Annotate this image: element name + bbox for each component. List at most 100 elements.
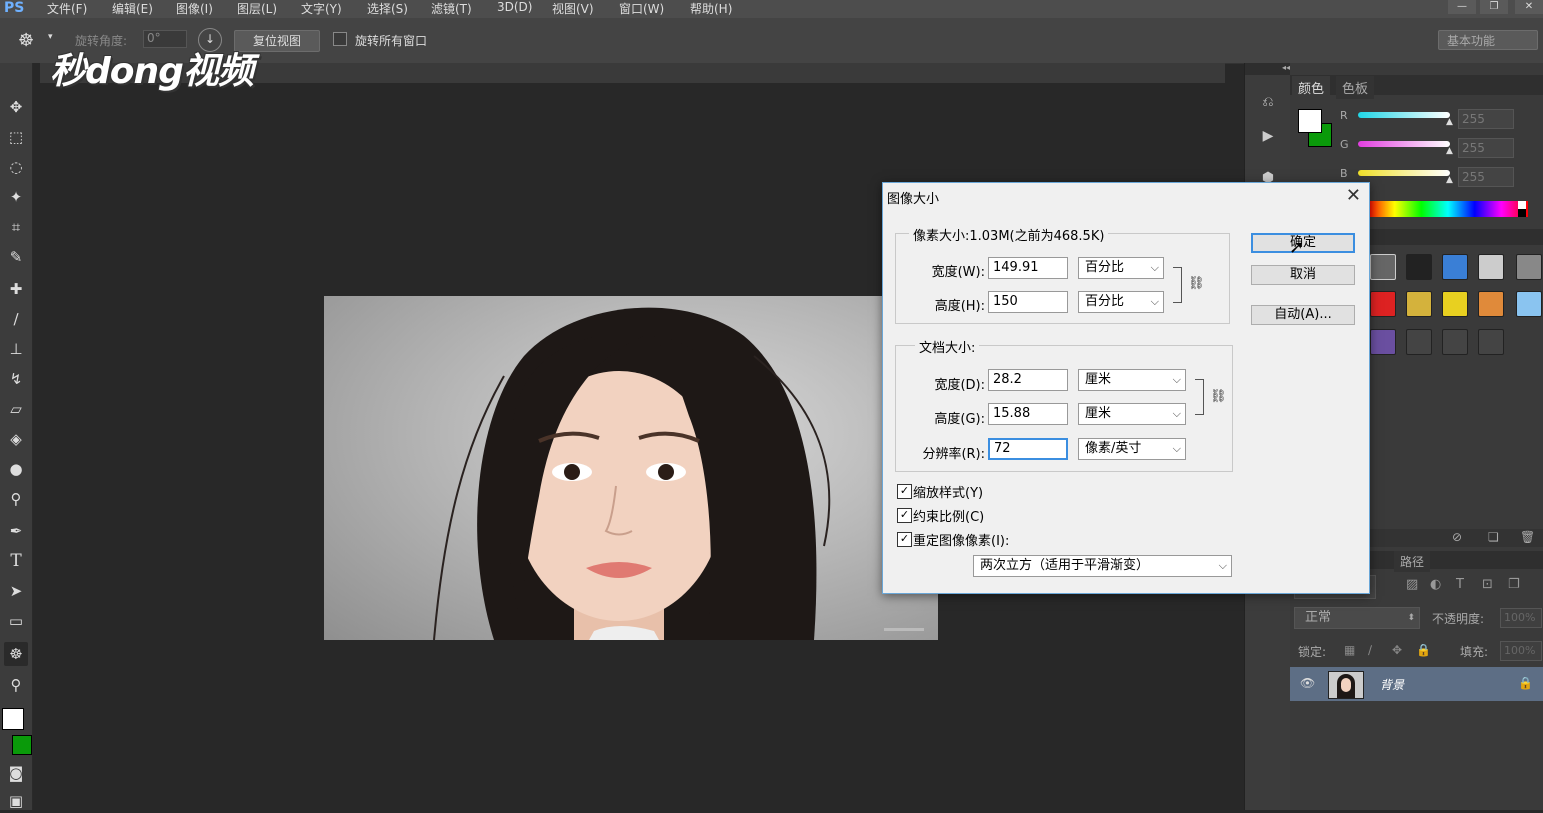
menu-help[interactable]: 帮助(H) (690, 0, 732, 17)
pen-tool-icon[interactable]: ✒ (4, 519, 28, 543)
style-swatch[interactable] (1370, 329, 1396, 355)
g-slider-thumb-icon[interactable]: ▲ (1446, 146, 1453, 156)
style-swatch[interactable] (1478, 291, 1504, 317)
menu-image[interactable]: 图像(I) (176, 0, 213, 17)
layer-name[interactable]: 背景 (1380, 676, 1404, 693)
collapse-dock-icon[interactable]: ◂◂ (1245, 63, 1290, 75)
style-swatch[interactable] (1370, 291, 1396, 317)
workspace-switcher[interactable]: 基本功能 (1438, 30, 1538, 50)
healing-brush-tool-icon[interactable]: ✚ (4, 277, 28, 301)
crop-tool-icon[interactable]: ⌗ (4, 215, 28, 239)
b-value[interactable]: 255 (1458, 167, 1514, 187)
opacity-input[interactable]: 100% (1500, 608, 1542, 628)
brush-tool-icon[interactable]: ∕ (4, 307, 28, 331)
layer-row-background[interactable]: 👁 背景 🔒 (1290, 667, 1543, 701)
blur-tool-icon[interactable]: ● (4, 457, 28, 481)
blend-mode-select[interactable]: 正常 ⬍ (1294, 607, 1420, 629)
tool-preset-chevron-icon[interactable]: ▾ (48, 32, 53, 42)
dodge-tool-icon[interactable]: ⚲ (4, 487, 28, 511)
cancel-button[interactable]: 取消 (1251, 265, 1355, 285)
lock-position-icon[interactable]: ✥ (1392, 643, 1402, 657)
auto-button[interactable]: 自动(A)... (1251, 305, 1355, 325)
style-swatch[interactable] (1478, 329, 1504, 355)
history-panel-icon[interactable]: ⎌ (1257, 91, 1279, 113)
filter-type-icon[interactable]: T (1456, 577, 1464, 592)
b-slider-thumb-icon[interactable]: ▲ (1446, 175, 1453, 185)
eraser-tool-icon[interactable]: ▱ (4, 397, 28, 421)
resample-method-select[interactable]: 两次立方（适用于平滑渐变） ⌵ (973, 555, 1232, 577)
layer-visibility-eye-icon[interactable]: 👁 (1300, 676, 1315, 690)
path-selection-tool-icon[interactable]: ➤ (4, 579, 28, 603)
filter-image-icon[interactable]: ▨ (1406, 577, 1418, 592)
doc-width-input[interactable]: 28.2 (988, 369, 1068, 391)
menu-edit[interactable]: 编辑(E) (112, 0, 153, 17)
clear-style-icon[interactable]: ⊘ (1452, 530, 1462, 544)
new-style-icon[interactable]: ❏ (1488, 530, 1499, 544)
menu-file[interactable]: 文件(F) (47, 0, 87, 17)
rotate-view-tool-icon[interactable]: ☸ (18, 30, 34, 51)
menu-window[interactable]: 窗口(W) (619, 0, 664, 17)
style-swatch[interactable] (1442, 329, 1468, 355)
px-width-unit-select[interactable]: 百分比 ⌵ (1078, 257, 1164, 279)
eyedropper-tool-icon[interactable]: ✎ (4, 245, 28, 269)
minimize-icon[interactable]: — (1448, 0, 1476, 14)
style-swatch[interactable] (1516, 291, 1542, 317)
paint-bucket-tool-icon[interactable]: ◈ (4, 427, 28, 451)
clone-stamp-tool-icon[interactable]: ⊥ (4, 337, 28, 361)
style-swatch[interactable] (1442, 291, 1468, 317)
spectrum-black-chip[interactable] (1518, 209, 1526, 217)
maximize-icon[interactable]: ❐ (1480, 0, 1508, 14)
menu-3d[interactable]: 3D(D) (497, 0, 532, 14)
actions-panel-icon[interactable]: ▶ (1257, 125, 1279, 147)
style-swatch[interactable] (1370, 254, 1396, 280)
menu-type[interactable]: 文字(Y) (301, 0, 342, 17)
history-brush-tool-icon[interactable]: ↯ (4, 367, 28, 391)
color-fg-swatch[interactable] (1298, 109, 1322, 133)
lock-paint-icon[interactable]: ∕ (1368, 643, 1372, 657)
g-slider[interactable] (1358, 141, 1450, 147)
lock-transparent-icon[interactable]: ▦ (1344, 643, 1355, 657)
tab-color[interactable]: 颜色 (1292, 76, 1331, 99)
lock-all-icon[interactable]: 🔒 (1416, 643, 1431, 657)
close-window-icon[interactable]: ✕ (1515, 0, 1543, 14)
tab-paths[interactable]: 路径 (1394, 551, 1431, 572)
style-swatch[interactable] (1406, 329, 1432, 355)
foreground-color-swatch[interactable] (2, 708, 24, 730)
b-slider[interactable] (1358, 170, 1450, 176)
quick-mask-icon[interactable]: ◙ (4, 761, 28, 785)
menu-layer[interactable]: 图层(L) (237, 0, 277, 17)
resample-checkbox[interactable]: ✓ (897, 532, 912, 547)
move-tool-icon[interactable]: ✥ (4, 95, 28, 119)
menu-select[interactable]: 选择(S) (367, 0, 408, 17)
fill-input[interactable]: 100% (1500, 641, 1542, 661)
doc-width-unit-select[interactable]: 厘米 ⌵ (1078, 369, 1186, 391)
type-tool-icon[interactable]: T (4, 549, 28, 573)
scale-styles-checkbox[interactable]: ✓ (897, 484, 912, 499)
doc-height-unit-select[interactable]: 厘米 ⌵ (1078, 403, 1186, 425)
zoom-tool-icon[interactable]: ⚲ (4, 673, 28, 697)
r-value[interactable]: 255 (1458, 109, 1514, 129)
r-slider-thumb-icon[interactable]: ▲ (1446, 117, 1453, 127)
style-swatch[interactable] (1478, 254, 1504, 280)
filter-shape-icon[interactable]: ⊡ (1482, 577, 1493, 592)
px-height-unit-select[interactable]: 百分比 ⌵ (1078, 291, 1164, 313)
g-value[interactable]: 255 (1458, 138, 1514, 158)
background-color-swatch[interactable] (12, 735, 32, 755)
resolution-input[interactable]: 72 (988, 438, 1068, 460)
tab-swatches[interactable]: 色板 (1336, 76, 1375, 99)
rotate-view-tool-icon[interactable]: ☸ (4, 642, 28, 666)
style-swatch[interactable] (1406, 291, 1432, 317)
spectrum-white-chip[interactable] (1518, 201, 1526, 209)
r-slider[interactable] (1358, 112, 1450, 118)
resolution-unit-select[interactable]: 像素/英寸 ⌵ (1078, 438, 1186, 460)
px-width-input[interactable]: 149.91 (988, 257, 1068, 279)
style-swatch[interactable] (1516, 254, 1542, 280)
color-spectrum-ramp[interactable] (1368, 201, 1528, 217)
doc-height-input[interactable]: 15.88 (988, 403, 1068, 425)
style-swatch[interactable] (1406, 254, 1432, 280)
menu-view[interactable]: 视图(V) (552, 0, 594, 17)
magic-wand-tool-icon[interactable]: ✦ (4, 185, 28, 209)
screen-mode-icon[interactable]: ▣ (4, 789, 28, 813)
style-swatch[interactable] (1442, 254, 1468, 280)
constrain-proportions-checkbox[interactable]: ✓ (897, 508, 912, 523)
